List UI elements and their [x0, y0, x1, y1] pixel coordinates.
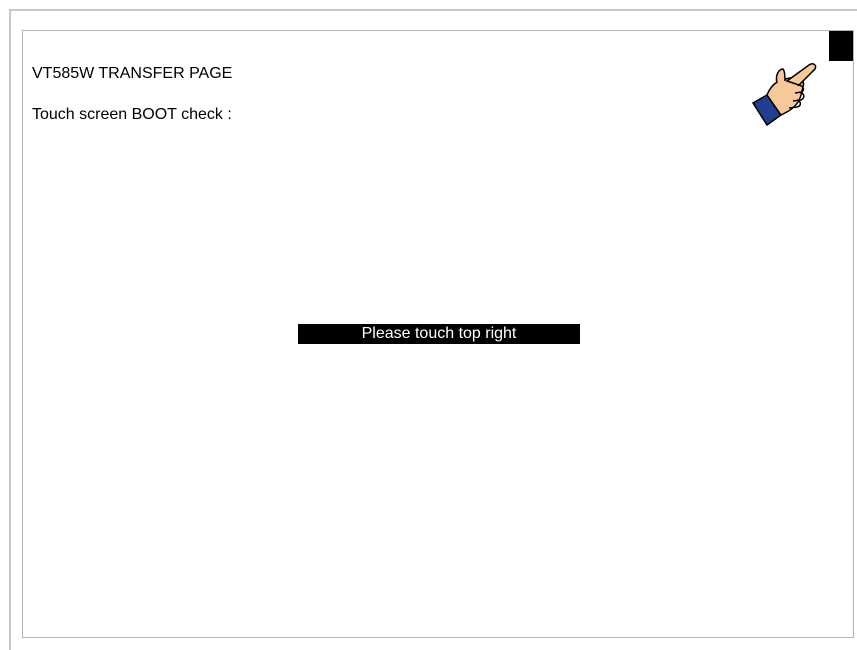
boot-check-label: Touch screen BOOT check :	[32, 106, 232, 123]
page-title: VT585W TRANSFER PAGE	[32, 65, 233, 82]
hand-index-finger	[785, 63, 817, 86]
touch-prompt: Please touch top right	[298, 324, 580, 344]
pointing-hand-icon	[747, 51, 819, 131]
touch-target-square[interactable]	[829, 31, 853, 61]
pointing-hand-graphic	[751, 63, 817, 127]
touch-screen-panel[interactable]: VT585W TRANSFER PAGE Touch screen BOOT c…	[22, 30, 854, 638]
